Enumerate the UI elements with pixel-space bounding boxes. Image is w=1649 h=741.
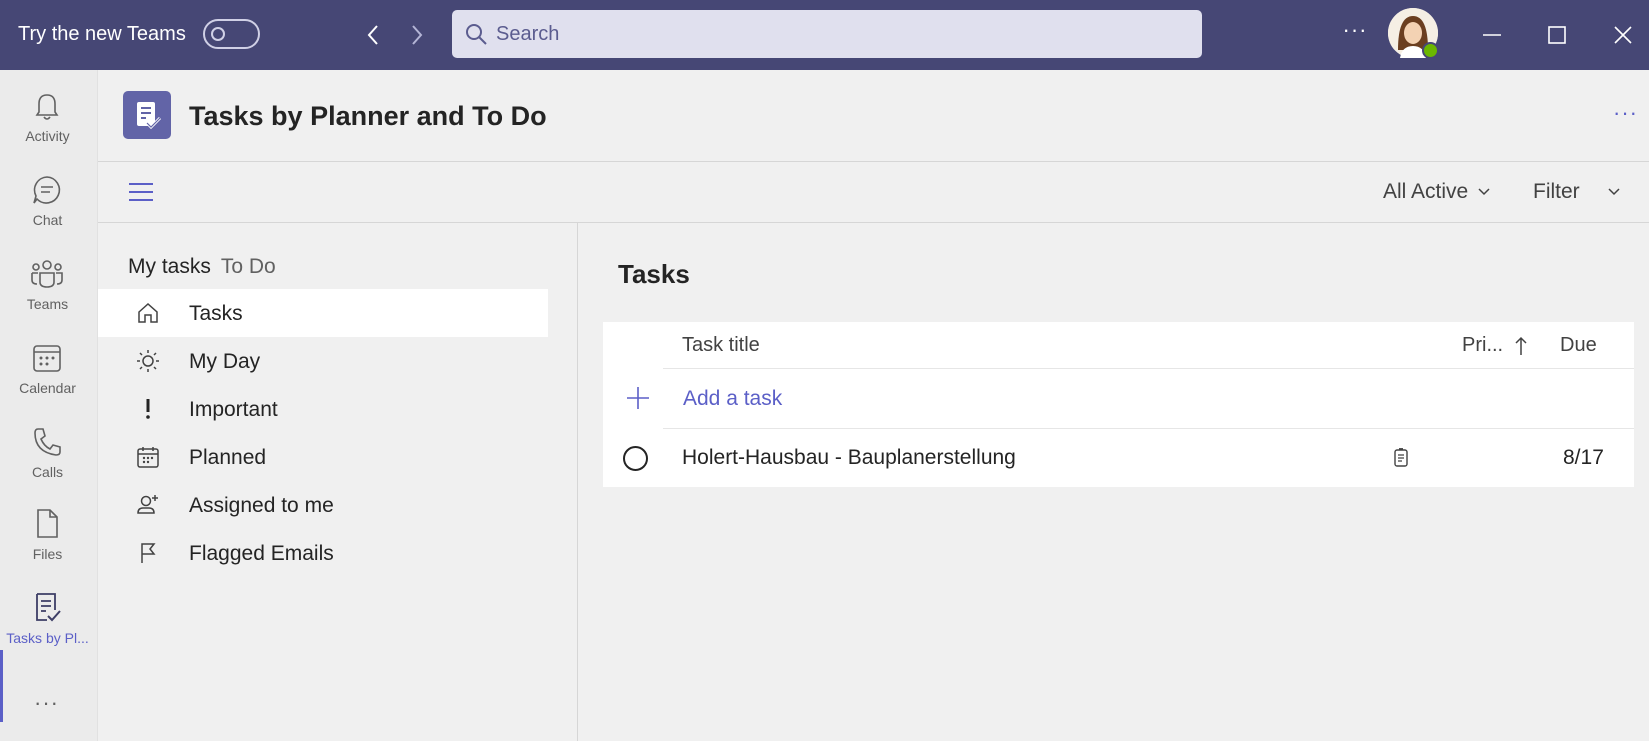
table-row[interactable]: Holert-Hausbau - Bauplanerstellung 8/17 [603,429,1634,487]
nav-item-tasks[interactable]: Tasks [98,289,548,337]
nav-item-important[interactable]: Important [98,385,548,433]
avatar[interactable] [1388,8,1439,59]
teams-icon [31,260,63,288]
close-icon [1614,26,1632,44]
section-heading: My tasks To Do [128,255,276,279]
try-new-teams-label: Try the new Teams [18,23,186,45]
calendar-icon [33,345,61,372]
sun-icon [137,350,159,372]
section-subtitle: To Do [220,255,276,278]
exclamation-icon [146,399,150,419]
filter-dropdown[interactable]: Filter [1533,180,1620,204]
search-input[interactable] [496,18,1186,50]
rail-item-chat[interactable]: Chat [0,162,95,242]
app-more-button[interactable]: ··· [1613,100,1638,126]
bell-icon [35,94,59,120]
nav-item-label: Tasks [189,302,243,325]
chevron-down-icon [1478,188,1490,196]
rail-label: Tasks by Pl... [6,630,89,646]
task-table: Task title Pri... Due Add a task Holert-… [603,322,1634,487]
add-task-row[interactable]: Add a task [603,369,1634,429]
nav-item-planned[interactable]: Planned [98,433,548,481]
column-header-priority[interactable]: Pri... [1462,334,1503,357]
planner-icon [1394,448,1408,467]
rail-label: Activity [25,128,70,144]
nav-item-my-day[interactable]: My Day [98,337,548,385]
rail-active-indicator [0,650,3,722]
more-apps-button[interactable]: ··· [34,690,59,716]
section-title: My tasks [128,255,211,278]
task-pane: Tasks Task title Pri... Due Add a task H… [578,223,1649,741]
calendar-grid-icon [137,447,159,468]
nav-item-label: Assigned to me [189,494,334,517]
task-lists-nav: My tasks To Do Tasks My Day Important Pla… [98,223,578,741]
nav-item-label: Planned [189,446,267,469]
rail-item-calendar[interactable]: Calendar [0,330,95,410]
minimize-button[interactable] [1472,15,1512,55]
back-button[interactable] [359,20,387,50]
toolbar: All Active Filter [98,162,1649,223]
nav-item-assigned-to-me[interactable]: Assigned to me [98,481,548,529]
minimize-icon [1483,34,1501,36]
forward-button[interactable] [403,20,431,50]
app-title: Tasks by Planner and To Do [189,101,547,131]
column-header-title[interactable]: Task title [682,334,760,357]
chevron-down-icon [1608,188,1620,196]
view-filter-dropdown[interactable]: All Active [1383,180,1490,204]
chevron-right-icon [412,25,423,45]
try-new-teams-toggle[interactable] [203,19,260,49]
nav-item-label: Important [189,398,278,421]
task-title[interactable]: Holert-Hausbau - Bauplanerstellung [682,446,1016,470]
tasks-app-icon [137,102,162,130]
tasks-icon [36,593,61,622]
column-header-due[interactable]: Due [1560,334,1597,357]
maximize-icon [1548,26,1566,44]
app-rail: Activity Chat Teams Calendar Calls Files… [0,70,98,741]
view-filter-label: All Active [1383,180,1469,203]
task-due-date: 8/17 [1563,446,1604,469]
nav-item-flagged-emails[interactable]: Flagged Emails [98,529,548,577]
search-box[interactable] [452,10,1202,58]
rail-item-files[interactable]: Files [0,496,95,576]
rail-item-tasks[interactable]: Tasks by Pl... [0,580,95,660]
filter-label: Filter [1533,180,1580,203]
plus-icon [627,387,649,409]
rail-label: Chat [32,212,63,228]
flag-icon [141,543,156,563]
rail-label: Teams [26,296,69,312]
task-list-title: Tasks [618,259,690,289]
search-icon [466,24,487,45]
app-logo [123,91,171,139]
rail-item-calls[interactable]: Calls [0,414,95,494]
hamburger-menu-icon[interactable] [128,181,154,203]
rail-label: Calendar [19,380,76,396]
settings-more-button[interactable]: ··· [1340,18,1370,48]
rail-item-activity[interactable]: Activity [0,78,95,158]
table-header: Task title Pri... Due [603,322,1634,369]
chat-icon [33,176,61,204]
sort-ascending-icon[interactable] [1515,336,1527,356]
rail-item-teams[interactable]: Teams [0,246,95,326]
complete-task-checkbox[interactable] [623,446,648,471]
file-icon [37,509,58,538]
close-button[interactable] [1603,15,1643,55]
phone-icon [34,428,61,456]
chevron-left-icon [367,25,378,45]
home-icon [138,302,158,323]
title-bar: Try the new Teams ··· [0,0,1649,70]
add-task-input[interactable]: Add a task [683,387,782,411]
nav-item-label: Flagged Emails [189,542,334,565]
presence-available-badge [1422,42,1439,59]
person-add-icon [137,495,158,514]
rail-label: Calls [31,464,64,480]
app-header: Tasks by Planner and To Do ··· [98,70,1649,162]
toggle-knob [211,27,225,41]
nav-item-label: My Day [189,350,261,373]
rail-label: Files [32,546,63,562]
maximize-button[interactable] [1537,15,1577,55]
